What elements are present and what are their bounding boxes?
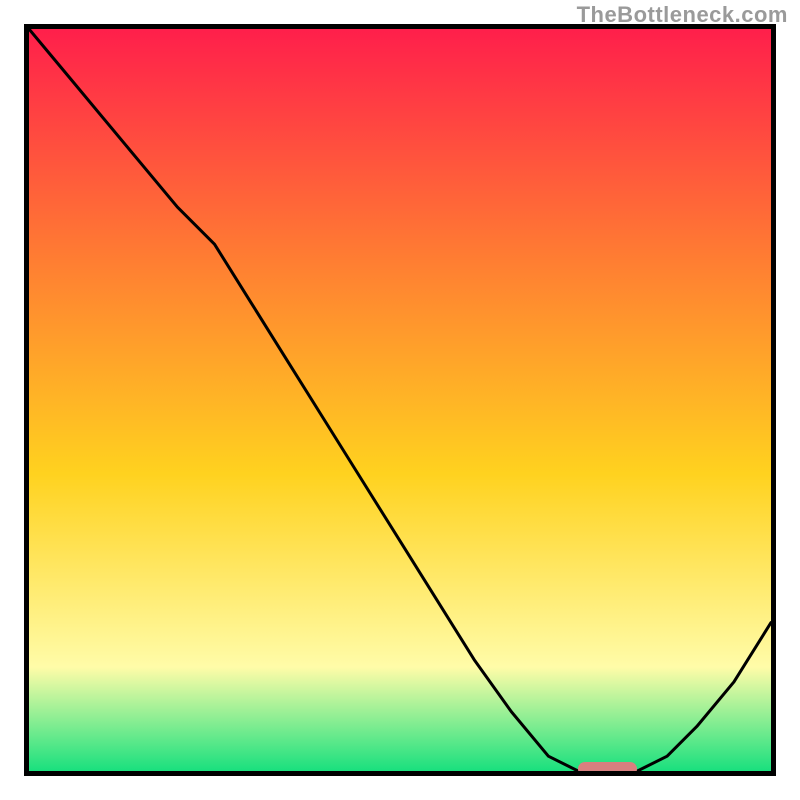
bottleneck-curve-svg [29, 29, 771, 771]
chart-frame: TheBottleneck.com [0, 0, 800, 800]
bottleneck-curve-line [29, 29, 771, 771]
plot-border [24, 24, 776, 776]
plot-area [29, 29, 771, 771]
optimal-range-marker [578, 762, 637, 776]
